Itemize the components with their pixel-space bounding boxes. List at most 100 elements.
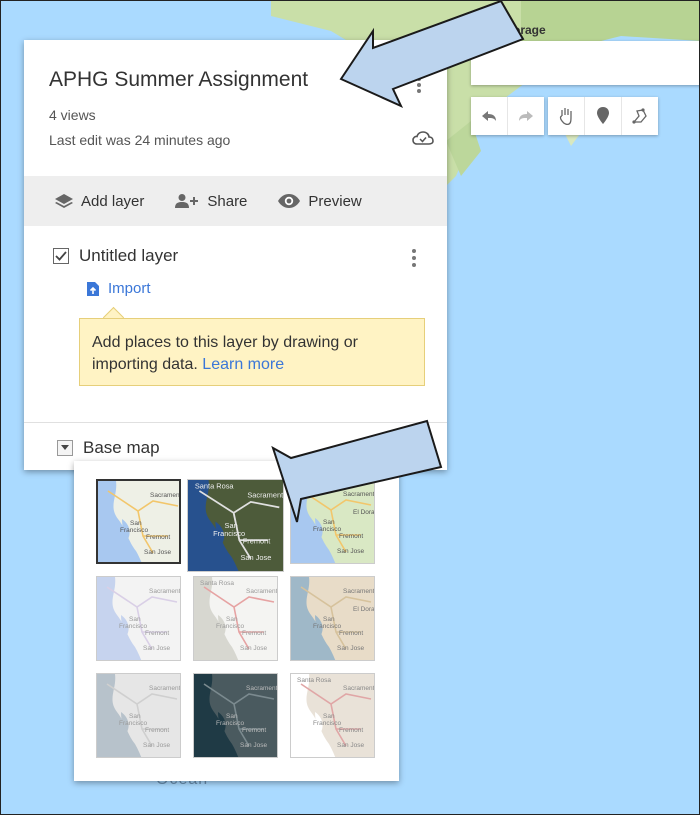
thumb-label-el-dorado: El Dorado (353, 509, 375, 516)
divider (24, 422, 447, 423)
layer-name[interactable]: Untitled layer (79, 246, 178, 266)
import-link[interactable]: Import (86, 280, 151, 297)
map-toolbar (471, 97, 658, 137)
thumb-label-santa-rosa: Santa Rosa (200, 580, 234, 587)
redo-button[interactable] (508, 97, 544, 135)
thumb-label-francisco: Francisco (120, 527, 149, 534)
thumb-label-francisco: Francisco (216, 623, 245, 630)
layer-header: Untitled layer (53, 246, 178, 266)
base-map-header[interactable]: Base map (57, 438, 160, 458)
share-button[interactable]: Share (174, 193, 247, 210)
thumb-label-francisco: Francisco (313, 623, 342, 630)
base-map-option-simple-atlas[interactable]: Sacramento San Francisco Fremont San Jose El … (290, 576, 375, 661)
thumbnail-satellite: SacramentoSanFranciscoFremontSan JoseSan… (188, 480, 283, 571)
thumb-label-san: San (129, 616, 141, 623)
base-map-option-dark-landmass[interactable]: Sacramento San Francisco Fremont San Jose (193, 673, 278, 758)
panel-action-bar: Add layer Share Preview (24, 176, 447, 226)
thumb-label-sacramento: Sacramento (149, 588, 181, 595)
view-count: 4 views (49, 107, 96, 123)
thumbnail-mono-city: Sacramento SanFranciscoFremont San Jose San… (194, 577, 277, 660)
base-map-option-satellite[interactable]: Sacramento San Francisco Fremont San Jose San… (187, 479, 284, 572)
thumb-label-san-jose: San Jose (240, 742, 267, 749)
thumb-label-san: San (129, 713, 141, 720)
thumb-label-san: San (323, 519, 335, 526)
map-window: orage APHG Summer Assignment 4 views Las… (0, 0, 700, 815)
thumb-label-fremont: Fremont (243, 537, 271, 546)
share-label: Share (207, 192, 248, 210)
base-map-option-whitewater[interactable]: Sacramento San Francisco Fremont San Jose San… (290, 673, 375, 758)
layer-visibility-checkbox[interactable] (53, 248, 69, 264)
thumb-label-san: San (226, 616, 238, 623)
draw-line-tool-button[interactable] (622, 97, 658, 135)
map-title[interactable]: APHG Summer Assignment (49, 68, 308, 92)
base-map-option-light-political[interactable]: Sacramento San Francisco Fremont San Jose (96, 576, 181, 661)
thumb-label-francisco: Francisco (119, 720, 148, 727)
thumb-label-sacramento: Sacramento (343, 588, 375, 595)
tools-group (548, 97, 658, 135)
pan-tool-button[interactable] (548, 97, 585, 135)
thumb-label-san-jose: San Jose (240, 553, 271, 562)
base-map-label: Base map (83, 438, 160, 457)
thumb-label-fremont: Fremont (339, 533, 363, 540)
preview-button[interactable]: Preview (277, 192, 362, 210)
undo-button[interactable] (471, 97, 508, 135)
thumb-label-santa-rosa: Santa Rosa (195, 482, 235, 491)
layer-options-icon[interactable] (411, 248, 417, 268)
draw-line-icon (632, 108, 647, 124)
checkmark-icon (55, 251, 67, 261)
base-map-option-map[interactable]: Sacramento SanFranciscoFremont San Jose (96, 479, 181, 564)
hand-icon (559, 108, 572, 126)
add-layer-button[interactable]: Add layer (54, 193, 144, 210)
thumb-label-francisco: Francisco (216, 720, 245, 727)
preview-label: Preview (308, 192, 362, 210)
thumb-label-santa-rosa: Santa Rosa (297, 677, 331, 684)
thumbnail-terrain: Sacramento SanFranciscoFremont San Jose El … (291, 480, 375, 563)
thumb-label-francisco: Francisco (313, 720, 342, 727)
thumb-label-san-jose: San Jose (143, 645, 170, 652)
undo-icon (482, 111, 496, 121)
thumb-label-sacramento: Sacramento (343, 685, 375, 692)
thumb-label-francisco: Francisco (119, 623, 148, 630)
thumb-label-san: San (130, 520, 142, 527)
base-map-picker: SacramentoSanFranciscoFremontSan JoseSac… (74, 461, 399, 781)
thumb-label-sacramento: Sacramento (343, 491, 375, 498)
more-options-icon[interactable] (416, 76, 422, 94)
map-search-box[interactable] (471, 41, 699, 85)
import-label: Import (108, 280, 151, 297)
marker-tool-button[interactable] (585, 97, 622, 135)
thumb-label-san-jose: San Jose (144, 549, 171, 556)
thumbnail-simple-atlas: Sacramento SanFranciscoFremont San Jose El … (291, 577, 375, 660)
eye-icon (278, 194, 301, 208)
thumbnail-light-landmass: Sacramento SanFranciscoFremont San Jose (97, 674, 181, 757)
add-layer-label: Add layer (81, 192, 145, 210)
history-group (471, 97, 544, 135)
thumb-label-sacramento: Sacramento (246, 685, 278, 692)
thumb-label-francisco: Francisco (213, 529, 245, 538)
redo-icon (519, 111, 533, 121)
thumb-label-fremont: Fremont (242, 630, 266, 637)
thumb-label-fremont: Fremont (339, 727, 363, 734)
thumb-label-san-jose: San Jose (337, 548, 364, 555)
thumbnail-whitewater: Sacramento SanFranciscoFremont San Jose San… (291, 674, 375, 757)
last-edit-text: Last edit was 24 minutes ago (49, 132, 231, 148)
thumb-label-sacramento: Sacramento (150, 492, 181, 499)
thumb-label-fremont: Fremont (242, 727, 266, 734)
base-map-option-light-landmass[interactable]: Sacramento San Francisco Fremont San Jose (96, 673, 181, 758)
caret-down-icon (61, 445, 69, 450)
base-map-option-terrain[interactable]: Sacramento San Francisco Fremont San Jose El … (290, 479, 375, 564)
thumb-label-fremont: Fremont (339, 630, 363, 637)
map-place-label: orage (513, 23, 546, 37)
thumbnail-light-political: Sacramento SanFranciscoFremont San Jose (97, 577, 181, 660)
add-person-icon (175, 194, 199, 208)
thumb-label-san: San (226, 713, 238, 720)
base-map-option-mono-city[interactable]: Sacramento San Francisco Fremont San Jose San… (193, 576, 278, 661)
thumb-label-san-jose: San Jose (337, 645, 364, 652)
map-side-panel: APHG Summer Assignment 4 views Last edit… (24, 40, 447, 470)
base-map-toggle[interactable] (57, 440, 73, 456)
thumb-label-fremont: Fremont (145, 630, 169, 637)
thumb-label-sacramento: Sacramento (149, 685, 181, 692)
thumb-label-san-jose: San Jose (240, 645, 267, 652)
thumb-label-fremont: Fremont (146, 534, 170, 541)
cloud-saved-icon (412, 131, 434, 145)
learn-more-link[interactable]: Learn more (202, 356, 284, 373)
